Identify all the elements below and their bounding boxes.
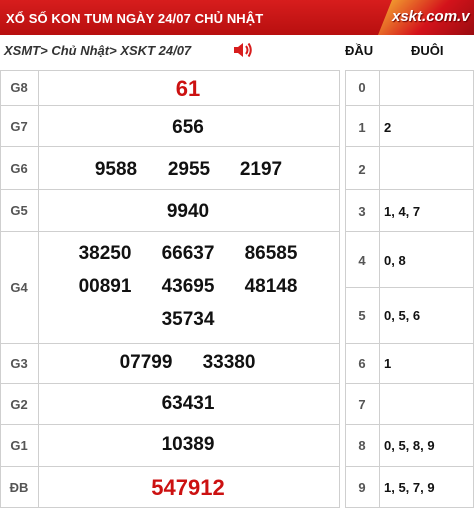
breadcrumb-chu-nhat[interactable]: Chủ Nhật bbox=[51, 43, 109, 58]
duoi-cell: 0, 5, 8, 9 bbox=[384, 438, 435, 453]
prize-label-g1: G1 bbox=[10, 438, 28, 453]
dau-cell: 2 bbox=[358, 162, 366, 177]
duoi-cell: 1, 5, 7, 9 bbox=[384, 480, 435, 495]
grid-line bbox=[0, 507, 340, 508]
grid-line bbox=[0, 189, 340, 190]
dau-cell: 8 bbox=[358, 438, 366, 453]
grid-line bbox=[345, 70, 474, 71]
grid-line bbox=[379, 70, 380, 508]
result-g6: 2955 bbox=[167, 159, 211, 180]
dau-cell: 4 bbox=[358, 253, 366, 268]
grid-line bbox=[345, 383, 474, 384]
result-g6: 2197 bbox=[239, 159, 283, 180]
grid-line bbox=[0, 343, 340, 344]
result-g5: 9940 bbox=[166, 201, 210, 222]
grid-line bbox=[0, 70, 340, 71]
column-header-duoi: ĐUÔI bbox=[411, 43, 444, 58]
result-g4: 35734 bbox=[161, 309, 215, 330]
grid-line bbox=[339, 70, 340, 508]
result-g4: 86585 bbox=[244, 243, 298, 264]
result-g2: 63431 bbox=[161, 393, 215, 414]
result-g4: 66637 bbox=[161, 243, 215, 264]
result-g3: 33380 bbox=[202, 352, 256, 373]
duoi-cell: 1, 4, 7 bbox=[384, 204, 421, 219]
dau-cell: 3 bbox=[358, 204, 366, 219]
grid-line bbox=[345, 146, 474, 147]
breadcrumb: XSMT> Chủ Nhật> XSKT 24/07 bbox=[4, 43, 191, 58]
result-g4: 43695 bbox=[161, 276, 215, 297]
result-g6: 9588 bbox=[94, 159, 138, 180]
result-g4: 38250 bbox=[78, 243, 132, 264]
dau-cell: 0 bbox=[358, 80, 366, 95]
grid-line bbox=[0, 466, 340, 467]
grid-line bbox=[0, 231, 340, 232]
dau-cell: 1 bbox=[358, 120, 366, 135]
logo-text: xskt.com.v bbox=[392, 8, 470, 25]
prize-label-g6: G6 bbox=[10, 161, 28, 176]
grid-line bbox=[0, 383, 340, 384]
dau-cell: 5 bbox=[358, 308, 366, 323]
breadcrumb-separator: > bbox=[40, 43, 48, 58]
grid-line bbox=[345, 105, 474, 106]
dau-cell: 6 bbox=[358, 356, 366, 371]
result-g4: 48148 bbox=[244, 276, 298, 297]
grid-line bbox=[345, 466, 474, 467]
result-g1: 10389 bbox=[161, 434, 215, 455]
result-g7: 656 bbox=[172, 117, 204, 138]
result-g4: 00891 bbox=[78, 276, 132, 297]
grid-line bbox=[345, 287, 474, 288]
page-header: XỔ SỐ KON TUM NGÀY 24/07 CHỦ NHẬT xskt.c… bbox=[0, 0, 474, 35]
duoi-cell: 1 bbox=[384, 356, 392, 371]
breadcrumb-xskt[interactable]: XSKT 24/07 bbox=[120, 43, 191, 58]
grid-line bbox=[38, 70, 39, 508]
grid-line bbox=[345, 507, 474, 508]
prize-label-g5: G5 bbox=[10, 203, 28, 218]
duoi-cell: 0, 8 bbox=[384, 253, 406, 268]
page-title: XỔ SỐ KON TUM NGÀY 24/07 CHỦ NHẬT bbox=[6, 11, 264, 26]
grid-line bbox=[345, 231, 474, 232]
grid-line bbox=[0, 146, 340, 147]
dau-cell: 9 bbox=[358, 480, 366, 495]
speaker-icon[interactable] bbox=[232, 40, 254, 60]
grid-line bbox=[0, 105, 340, 106]
site-logo[interactable]: xskt.com.v bbox=[378, 0, 474, 35]
grid-line bbox=[345, 343, 474, 344]
breadcrumb-separator: > bbox=[109, 43, 117, 58]
duoi-cell: 0, 5, 6 bbox=[384, 308, 421, 323]
dau-cell: 7 bbox=[358, 397, 366, 412]
column-header-dau: ĐẦU bbox=[345, 43, 374, 58]
result-special: 547912 bbox=[151, 475, 225, 500]
grid-line bbox=[0, 424, 340, 425]
prize-label-g3: G3 bbox=[10, 356, 28, 371]
grid-line bbox=[345, 424, 474, 425]
duoi-cell: 2 bbox=[384, 120, 392, 135]
prize-label-g7: G7 bbox=[10, 119, 28, 134]
result-g8: 61 bbox=[175, 76, 201, 101]
breadcrumb-xsmt[interactable]: XSMT bbox=[4, 43, 40, 58]
result-g3: 07799 bbox=[119, 352, 173, 373]
prize-label-g8: G8 bbox=[10, 80, 28, 95]
prize-label-special: ĐB bbox=[9, 480, 29, 495]
prize-label-g2: G2 bbox=[10, 397, 28, 412]
prize-label-g4: G4 bbox=[10, 280, 28, 295]
grid-line bbox=[345, 189, 474, 190]
